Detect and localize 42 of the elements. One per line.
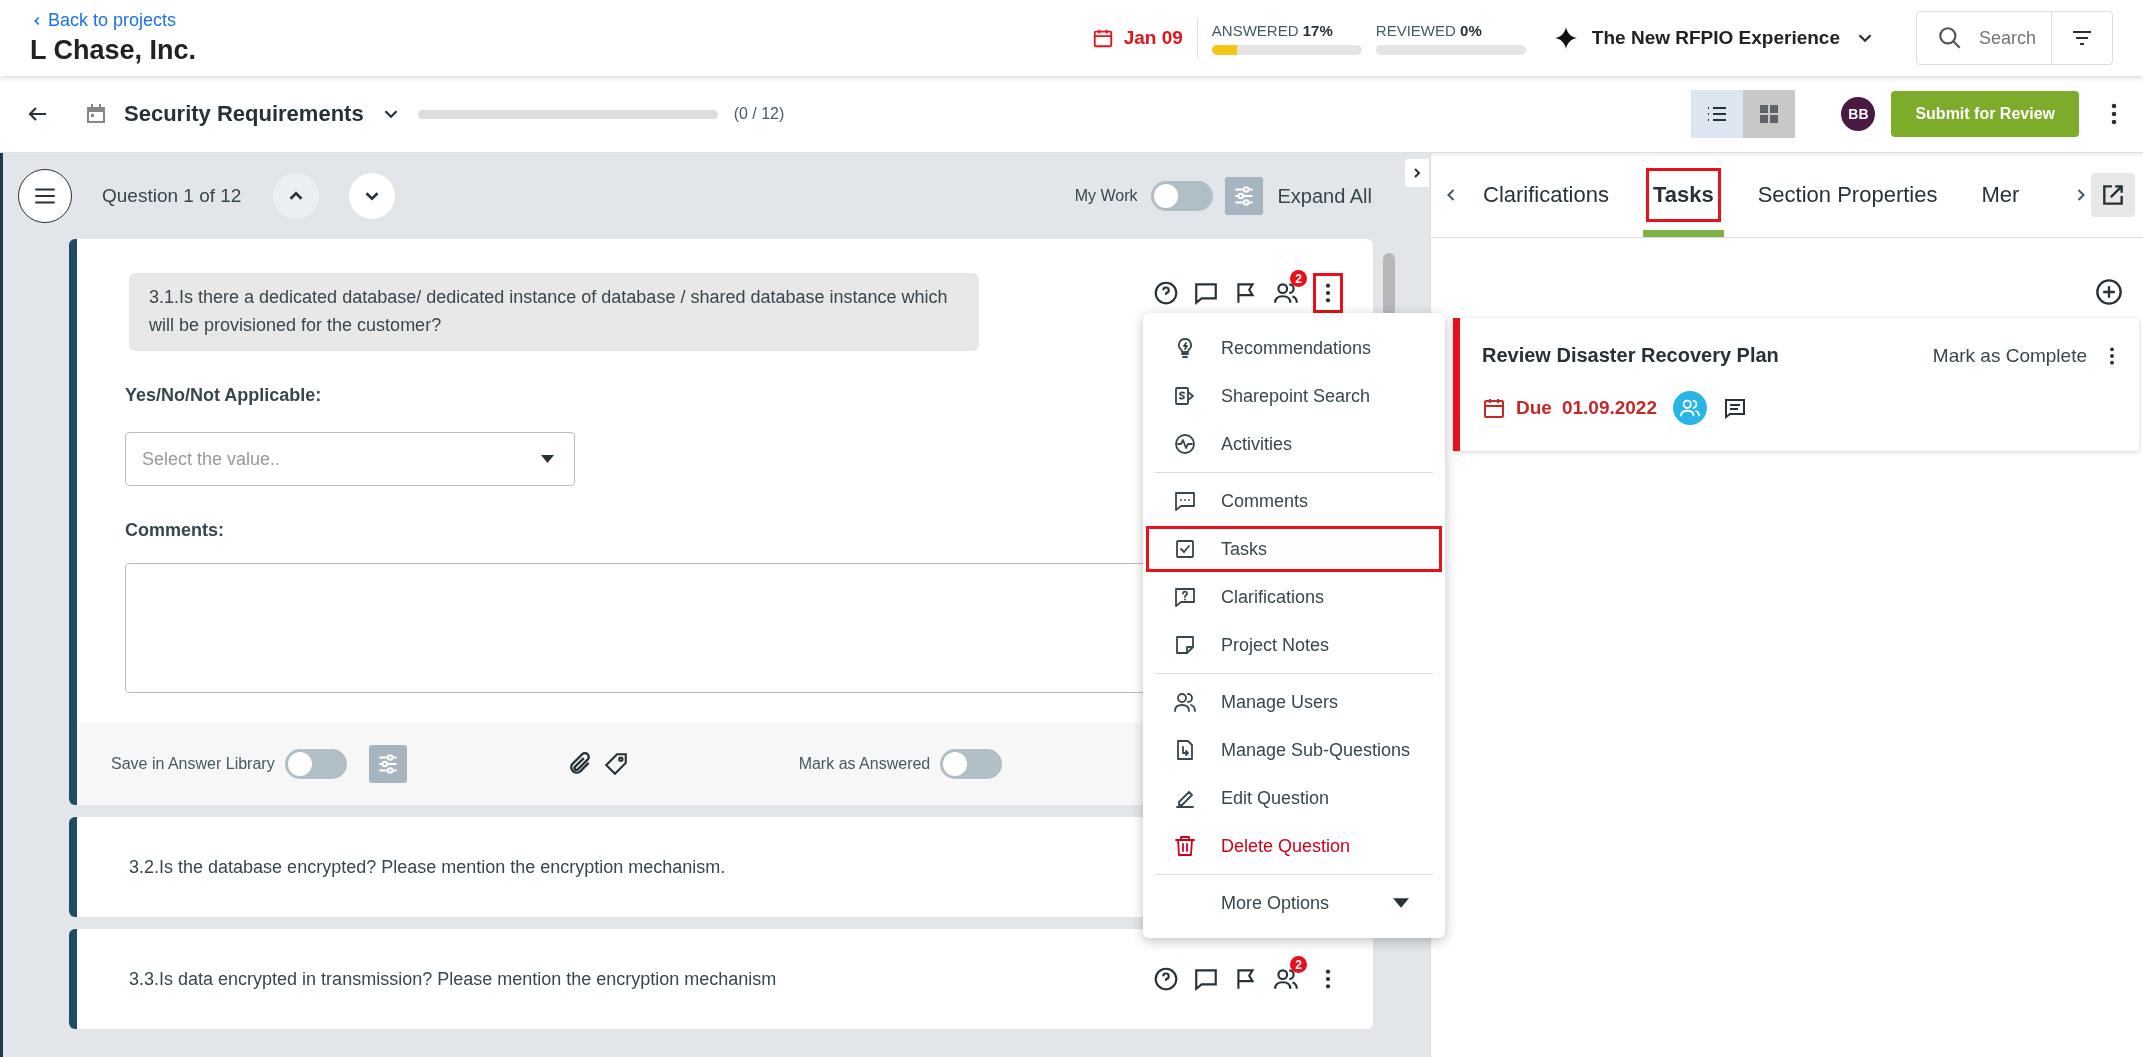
- due-label: Due: [1516, 397, 1552, 419]
- task-card[interactable]: Review Disaster Recovery Plan Mark as Complete Due 01.09.2022: [1453, 318, 2139, 451]
- menu-item[interactable]: Comments: [1146, 478, 1442, 524]
- menu-item[interactable]: Manage Users: [1146, 679, 1442, 725]
- project-name: L Chase, Inc.: [30, 35, 197, 66]
- question-text: 3.2.Is the database encrypted? Please mention the encryption mechanism.: [129, 856, 726, 878]
- menu-item[interactable]: Project Notes: [1146, 622, 1442, 668]
- count-badge: 2: [1290, 956, 1307, 973]
- menu-item[interactable]: More Options: [1146, 880, 1442, 926]
- save-label: Save in Answer Library: [111, 755, 275, 773]
- menu-item[interactable]: Manage Sub-Questions: [1146, 727, 1442, 773]
- progress-label: REVIEWED 0%: [1375, 21, 1483, 39]
- due-date: Jan 09: [1123, 27, 1183, 49]
- task-title: Review Disaster Recovery Plan: [1482, 344, 1779, 367]
- question-text: 3.3.Is data encrypted in transmission? Please mention the encryption mechanism: [129, 968, 777, 990]
- my-work-label: My Work: [1074, 187, 1138, 205]
- panel-tab[interactable]: Section Properties: [1735, 153, 1960, 237]
- question-text: 3.1.Is there a dedicated database/ dedicated instance of database / shared database instance which will be provisioned for the customer?: [129, 273, 979, 351]
- section-title[interactable]: Security Requirements: [124, 101, 364, 127]
- count-badge: 2: [1290, 270, 1307, 287]
- menu-item[interactable]: Activities: [1146, 421, 1442, 467]
- mark-complete-link[interactable]: Mark as Complete: [1932, 344, 2087, 367]
- progress-label: ANSWERED 17%: [1211, 21, 1334, 39]
- question-counter: Question 1 of 12: [102, 185, 242, 207]
- answered-label: Mark as Answered: [798, 755, 931, 773]
- question-count: (0 / 12): [733, 105, 785, 123]
- back-link[interactable]: Back to projects: [48, 10, 177, 31]
- menu-item[interactable]: Tasks: [1146, 526, 1442, 572]
- menu-item[interactable]: Sharepoint Search: [1146, 373, 1442, 419]
- panel-tab[interactable]: Mer: [1959, 153, 2042, 237]
- user-avatar[interactable]: BB: [1841, 97, 1876, 131]
- panel-tab[interactable]: Tasks: [1630, 153, 1736, 237]
- field-label: Yes/No/Not Applicable:: [125, 385, 322, 406]
- expand-all-link[interactable]: Expand All: [1277, 184, 1372, 208]
- field-label: Comments:: [125, 520, 224, 541]
- menu-item[interactable]: Edit Question: [1146, 775, 1442, 821]
- panel-tab[interactable]: Clarifications: [1461, 153, 1631, 237]
- menu-item[interactable]: Clarifications: [1146, 574, 1442, 620]
- menu-item[interactable]: Recommendations: [1146, 325, 1442, 371]
- menu-item[interactable]: Delete Question: [1146, 823, 1442, 869]
- due-date: 01.09.2022: [1561, 397, 1657, 419]
- experience-switcher[interactable]: The New RFPIO Experience: [1591, 27, 1840, 49]
